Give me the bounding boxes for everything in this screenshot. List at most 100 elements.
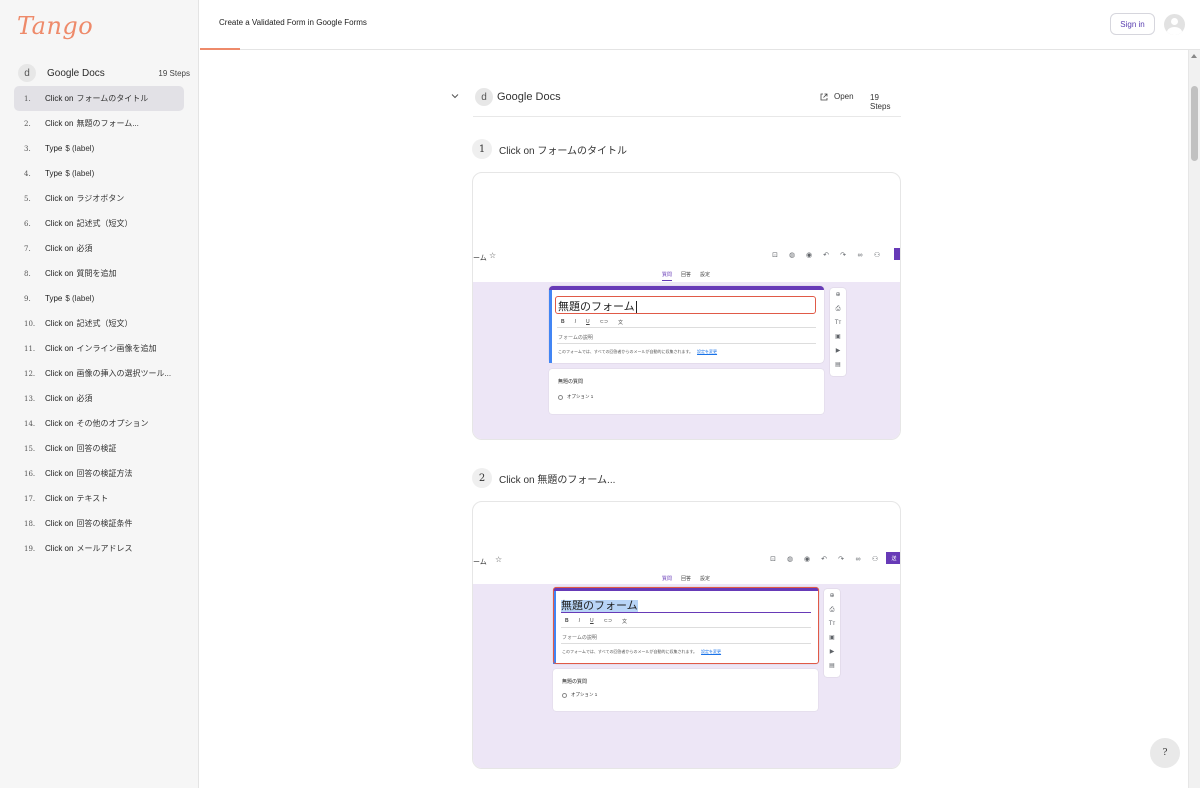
- step-number: 3.: [24, 144, 31, 153]
- sidebar-step-item[interactable]: 12. Click on 画像の挿入の選択ツール...: [14, 361, 184, 386]
- step-action: Type: [45, 294, 63, 303]
- question-title: 無題の質問: [558, 379, 584, 385]
- step-2-screenshot[interactable]: ーム ☆ ⊡ ◍ ◉ ↶ ↷ ∞ ⚇ 送 質問 回答 設定 無題のフォーム B …: [472, 501, 901, 769]
- step-number: 1: [472, 139, 492, 159]
- sidebar-step-item[interactable]: 7. Click on 必須: [14, 236, 184, 261]
- underline-icon: U: [586, 319, 590, 325]
- step-action: Click on: [45, 419, 74, 428]
- top-header: Create a Validated Form in Google Forms …: [200, 0, 1200, 50]
- step-number: 14.: [24, 419, 36, 428]
- sidebar-step-item[interactable]: 2. Click on 無題のフォーム...: [14, 111, 184, 136]
- step-number: 1.: [24, 94, 31, 103]
- redo-icon: ↷: [840, 252, 846, 259]
- step-action: Type: [45, 144, 63, 153]
- avatar-head: [1171, 18, 1178, 25]
- palette-icon: ◍: [788, 252, 796, 259]
- form-description: フォームの説明: [558, 335, 593, 341]
- step-target: その他のオプション: [76, 419, 149, 428]
- step-action: Click on: [45, 269, 74, 278]
- sidebar-workflow-title: Google Docs: [47, 67, 105, 79]
- open-button[interactable]: Open: [820, 92, 854, 101]
- bold-icon: B: [561, 319, 565, 325]
- step-number: 5.: [24, 194, 31, 203]
- divider: [557, 327, 816, 328]
- chevron-down-icon[interactable]: [451, 92, 459, 100]
- radio-icon: [562, 692, 567, 698]
- sidebar-steps-count: 19 Steps: [158, 68, 190, 78]
- send-button-fragment: 送: [886, 552, 900, 564]
- link-icon: ⊂⊃: [599, 319, 609, 325]
- redo-icon: ↷: [838, 556, 844, 563]
- sidebar-step-item[interactable]: 8. Click on 質問を追加: [14, 261, 184, 286]
- sidebar-step-item[interactable]: 14. Click on その他のオプション: [14, 411, 184, 436]
- step-number: 18.: [24, 519, 36, 528]
- toolbar-icons: ⊡ ◍ ◉ ↶ ↷ ∞ ⚇: [769, 555, 879, 564]
- question-option: オプション 1: [562, 692, 597, 698]
- sidebar-step-item[interactable]: 5. Click on ラジオボタン: [14, 186, 184, 211]
- side-toolbar: ⊕ ⎙ Tт ▣ ▶ ▤: [824, 589, 840, 677]
- palette-icon: ◍: [786, 556, 794, 563]
- step-action: Click on: [45, 94, 74, 103]
- sidebar-step-item[interactable]: 6. Click on 記述式（短文）: [14, 211, 184, 236]
- form-title-fragment: ーム: [473, 559, 487, 566]
- scrollbar[interactable]: [1188, 50, 1200, 788]
- step-action: Click on: [45, 219, 74, 228]
- video-icon: ▶: [829, 649, 835, 655]
- step-action: Click on: [45, 394, 74, 403]
- step-target: フォームのタイトル: [537, 145, 628, 157]
- email-note: このフォームでは、すべての回答者からのメールが自動的に収集されます。 設定を変更: [558, 349, 717, 355]
- video-icon: ▶: [835, 348, 841, 354]
- sidebar-step-item[interactable]: 3. Type $ (label): [14, 136, 184, 161]
- form-title-input[interactable]: 無題のフォーム: [555, 296, 816, 314]
- avatar[interactable]: [1164, 14, 1185, 35]
- image-icon: ▣: [829, 635, 835, 641]
- active-indicator: [549, 290, 552, 363]
- step-number: 7.: [24, 244, 31, 253]
- sign-in-button[interactable]: Sign in: [1110, 13, 1155, 35]
- add-person-icon: ⚇: [871, 556, 879, 563]
- sidebar-step-item[interactable]: 10. Click on 記述式（短文）: [14, 311, 184, 336]
- section-icon: ▤: [835, 362, 841, 368]
- sidebar-step-item[interactable]: 9. Type $ (label): [14, 286, 184, 311]
- step-action: Click on: [45, 194, 74, 203]
- step-action: Click on: [45, 544, 74, 553]
- sidebar-step-item[interactable]: 19. Click on メールアドレス: [14, 536, 184, 561]
- step-number: 9.: [24, 294, 31, 303]
- step-action: Click on: [45, 369, 74, 378]
- forms-toolbar: ーム ☆ ⊡ ◍ ◉ ↶ ↷ ∞ ⚇ 送 質問 回答 設定: [473, 549, 900, 587]
- step-target: 回答の検証条件: [76, 519, 133, 528]
- form-title-fragment: ーム: [473, 255, 487, 262]
- step-target: テキスト: [76, 494, 109, 503]
- forms-tabs: 質問 回答 設定: [662, 271, 710, 281]
- step-1-screenshot[interactable]: ーム ☆ ⊡ ◍ ◉ ↶ ↷ ∞ ⚇ 質問 回答 設定 無題のフォーム B I …: [472, 172, 901, 440]
- step-number: 13.: [24, 394, 36, 403]
- sidebar-step-item[interactable]: 16. Click on 回答の検証方法: [14, 461, 184, 486]
- sidebar-step-item[interactable]: 13. Click on 必須: [14, 386, 184, 411]
- sidebar-step-item[interactable]: 1. Click on フォームのタイトル: [14, 86, 184, 111]
- sidebar-step-item[interactable]: 11. Click on インライン画像を追加: [14, 336, 184, 361]
- step-action: Click on: [45, 494, 74, 503]
- step-target: 回答の検証方法: [76, 469, 133, 478]
- tango-logo[interactable]: Tango: [17, 12, 93, 40]
- workflow-badge: d: [18, 64, 36, 82]
- sidebar-step-item[interactable]: 15. Click on 回答の検証: [14, 436, 184, 461]
- step-action: Click on: [499, 474, 535, 486]
- scrollbar-thumb[interactable]: [1191, 86, 1198, 161]
- step-action: Type: [45, 169, 63, 178]
- form-title-card: 無題のフォーム B I U ⊂⊃ 文 フォームの説明 このフォームでは、すべての…: [549, 286, 824, 363]
- scroll-up-arrow-icon[interactable]: [1191, 54, 1197, 58]
- add-question-icon: ⊕: [835, 292, 841, 298]
- title-underline: [200, 48, 240, 50]
- preview-icon: ◉: [803, 556, 811, 563]
- sidebar-step-item[interactable]: 17. Click on テキスト: [14, 486, 184, 511]
- star-icon: ☆: [495, 555, 503, 564]
- forms-canvas: 無題のフォーム B I U ⊂⊃ 文 フォームの説明 このフォームでは、すべての…: [473, 584, 900, 768]
- question-option: オプション 1: [558, 394, 593, 400]
- avatar-body: [1167, 27, 1182, 35]
- star-icon: ☆: [489, 251, 497, 260]
- step-target: 記述式（短文）: [76, 319, 133, 328]
- step-2-caption: Click on 無題のフォーム...: [499, 471, 615, 486]
- sidebar-step-item[interactable]: 4. Type $ (label): [14, 161, 184, 186]
- sidebar-step-item[interactable]: 18. Click on 回答の検証条件: [14, 511, 184, 536]
- help-button[interactable]: ?: [1150, 738, 1180, 768]
